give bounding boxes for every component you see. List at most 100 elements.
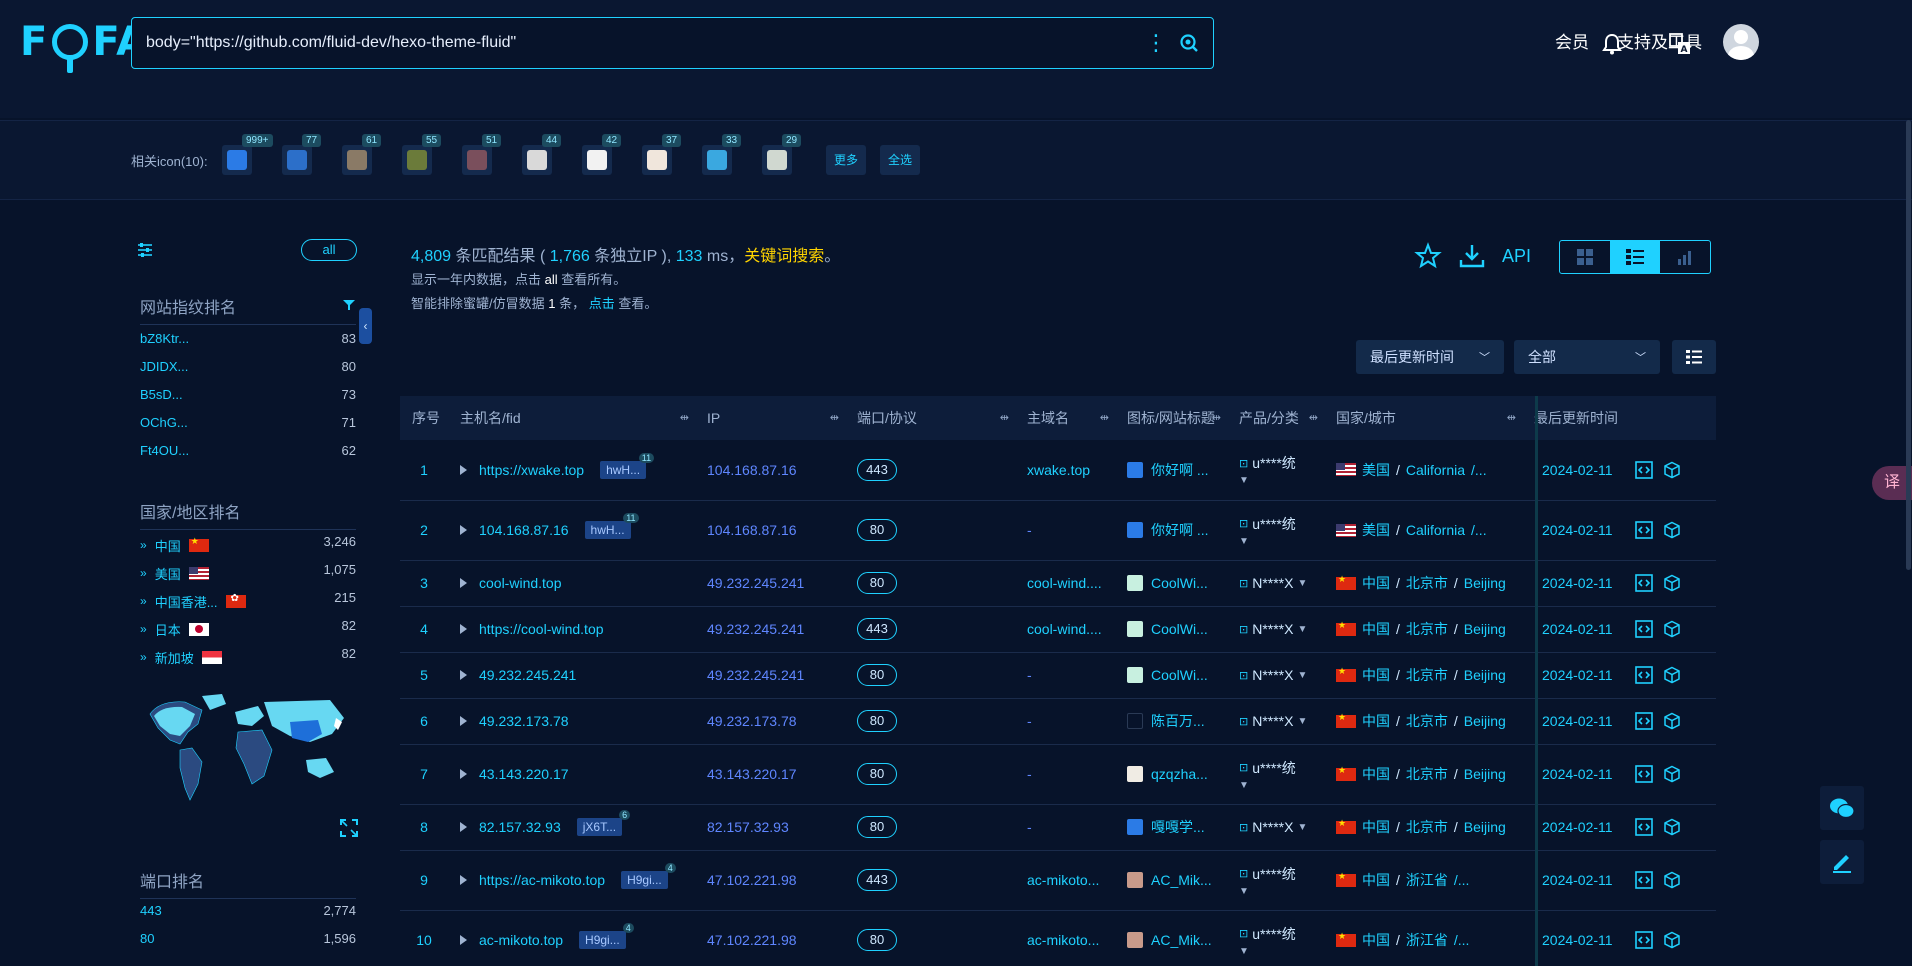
region-link[interactable]: 浙江省 [1406,930,1448,950]
filter-settings-icon[interactable] [136,241,154,259]
website-title[interactable]: CoolWi... [1127,621,1227,637]
chevron-down-icon[interactable]: ▼ [1239,886,1324,897]
country-name-group[interactable]: » 新加坡 [140,646,222,668]
list-view-button[interactable] [1610,241,1660,273]
port-number[interactable]: 443 [140,903,162,925]
search-icon[interactable] [1179,33,1199,53]
port-badge[interactable]: 80 [857,710,897,732]
city-link[interactable]: Beijing [1464,766,1506,782]
domain-link[interactable]: - [1015,698,1115,745]
expand-row-icon[interactable] [460,624,467,634]
country-link[interactable]: 中国 [1362,619,1390,639]
domain-link[interactable]: ac-mikoto... [1015,910,1115,966]
product-name[interactable]: u****统 [1252,864,1296,884]
sort-select[interactable]: 最后更新时间 ﹀ [1356,340,1504,374]
chevron-down-icon[interactable]: ▼ [1239,475,1324,486]
host-link[interactable]: ac-mikoto.top [479,932,563,948]
fingerprint-rank-item[interactable]: B5sD... 73 [140,387,356,409]
code-view-icon[interactable] [1634,521,1653,539]
fingerprint-rank-item[interactable]: Ft4OU... 62 [140,443,356,465]
host-link[interactable]: 82.157.32.93 [479,819,561,835]
country-name-group[interactable]: » 中国香港... [140,590,246,612]
download-icon[interactable] [1458,242,1486,270]
chevron-down-icon[interactable]: ▼ [1239,536,1324,547]
expand-row-icon[interactable] [460,875,467,885]
website-title[interactable]: AC_Mik... [1127,932,1227,948]
column-resize-icon[interactable]: ⇹ [1212,411,1221,424]
port-badge[interactable]: 80 [857,763,897,785]
host-link[interactable]: 49.232.173.78 [479,713,569,729]
fid-tag[interactable]: jX6T... 6 [576,810,631,836]
column-resize-icon[interactable]: ⇹ [1100,411,1109,424]
cube-icon[interactable] [1663,574,1681,592]
bell-icon[interactable] [1600,32,1624,56]
related-icon-6[interactable]: 44 [522,134,562,175]
domain-link[interactable]: cool-wind.... [1015,560,1115,607]
ip-link[interactable]: 82.157.32.93 [695,804,845,851]
domain-link[interactable]: cool-wind.... [1015,606,1115,653]
host-link[interactable]: 49.232.245.241 [479,667,576,683]
host-link[interactable]: cool-wind.top [479,575,562,591]
product-line[interactable]: ⊡ u****统 [1239,514,1324,534]
fingerprint-rank-item[interactable]: OChG... 71 [140,415,356,437]
column-resize-icon[interactable]: ⇹ [830,411,839,424]
related-icon-8[interactable]: 37 [642,134,682,175]
website-title[interactable]: 你好啊 ... [1127,460,1227,480]
chevron-down-icon[interactable]: ▼ [1239,780,1324,791]
product-name[interactable]: u****统 [1252,924,1296,944]
country-link[interactable]: 美国 [1362,520,1390,540]
stats-view-button[interactable] [1660,241,1710,273]
port-badge[interactable]: 80 [857,572,897,594]
star-icon[interactable] [1414,242,1442,270]
chevron-down-icon[interactable]: ▼ [1239,946,1324,957]
country-name-group[interactable]: » 美国 [140,562,209,584]
country-rank-item[interactable]: » 中国 3,246 [140,534,356,556]
domain-link[interactable]: xwake.top [1015,440,1115,501]
product-name[interactable]: N****X [1252,713,1293,729]
column-settings-button[interactable] [1672,340,1716,374]
port-badge[interactable]: 443 [857,458,897,481]
country-name[interactable]: 美国 [155,564,181,583]
fingerprint-rank-item[interactable]: JDIDX... 80 [140,359,356,381]
fid-tag[interactable]: H9gi... 4 [579,923,634,949]
funnel-icon[interactable] [342,298,356,312]
avatar[interactable] [1723,24,1759,60]
city-link[interactable]: Beijing [1464,667,1506,683]
product-name[interactable]: u****统 [1252,514,1296,534]
search-box[interactable]: ⋮ [131,17,1214,69]
expand-row-icon[interactable] [460,716,467,726]
product-line[interactable]: ⊡ N****X ▼ [1239,667,1324,683]
host-link[interactable]: 43.143.220.17 [479,766,569,782]
country-link[interactable]: 中国 [1362,870,1390,890]
ip-link[interactable]: 49.232.245.241 [695,606,845,653]
host-link[interactable]: 104.168.87.16 [479,522,569,538]
product-line[interactable]: ⊡ u****统 [1239,864,1324,884]
country-name[interactable]: 日本 [155,620,181,639]
ip-link[interactable]: 49.232.245.241 [695,560,845,607]
website-title[interactable]: qzqzha... [1127,766,1227,782]
region-link[interactable]: 北京市 [1406,619,1448,639]
ip-link[interactable]: 49.232.245.241 [695,652,845,699]
fid-tag[interactable]: hwH... 11 [584,513,639,539]
fingerprint-name[interactable]: JDIDX... [140,359,188,381]
website-title[interactable]: CoolWi... [1127,667,1227,683]
chevron-down-icon[interactable]: ▼ [1297,822,1307,833]
expand-row-icon[interactable] [460,578,467,588]
code-view-icon[interactable] [1634,620,1653,638]
ip-link[interactable]: 49.232.173.78 [695,698,845,745]
more-options-icon[interactable]: ⋮ [1145,32,1167,54]
country-name[interactable]: 新加坡 [155,648,194,667]
website-title[interactable]: 陈百万... [1127,711,1227,731]
fingerprint-name[interactable]: B5sD... [140,387,183,409]
select-all-icons-button[interactable]: 全选 [880,145,921,175]
port-badge[interactable]: 80 [857,816,897,838]
filter-select[interactable]: 全部 ﹀ [1514,340,1660,374]
cube-icon[interactable] [1663,521,1681,539]
country-link[interactable]: 中国 [1362,711,1390,731]
product-line[interactable]: ⊡ u****统 [1239,924,1324,944]
product-name[interactable]: u****统 [1252,453,1296,473]
related-icon-10[interactable]: 29 [762,134,802,175]
host-link[interactable]: https://ac-mikoto.top [479,872,605,888]
translate-icon[interactable]: A [1668,32,1692,56]
region-link[interactable]: California [1406,462,1465,478]
